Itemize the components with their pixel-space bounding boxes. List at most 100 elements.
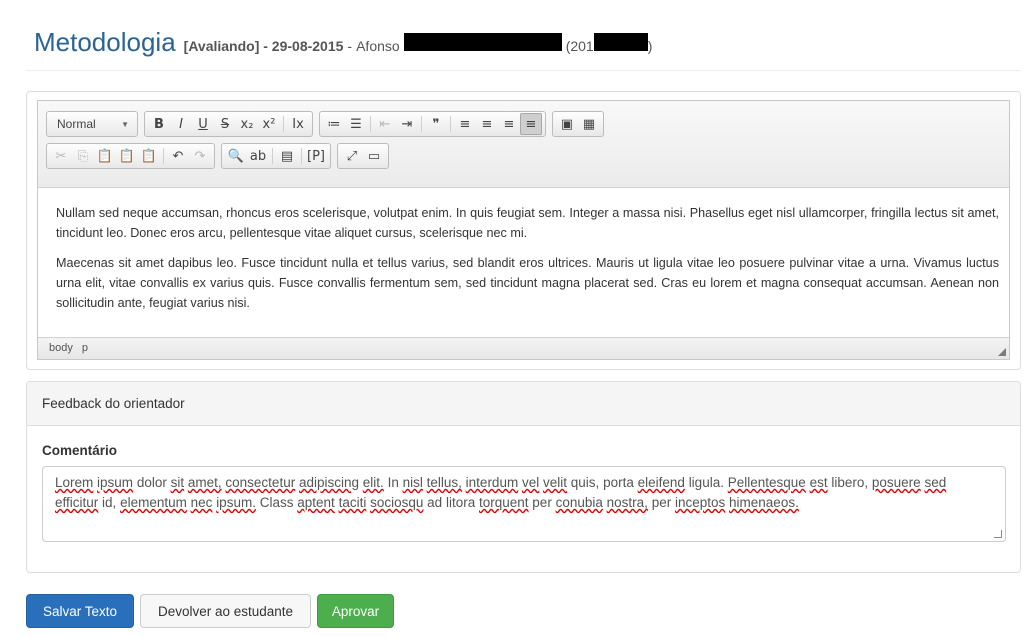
blockquote-icon[interactable]: ❞	[425, 113, 447, 135]
paste-word-icon[interactable]: 📋	[138, 145, 160, 167]
comment-word: ipsum	[97, 475, 134, 490]
comment-word: eleifend	[637, 475, 685, 490]
align-right-icon[interactable]: ≡	[498, 113, 520, 135]
source-icon[interactable]: ▭	[363, 145, 385, 167]
return-to-student-button[interactable]: Devolver ao estudante	[140, 594, 311, 628]
format-select[interactable]: Normal ▼	[46, 111, 138, 137]
undo-icon[interactable]: ↶	[167, 145, 189, 167]
toolbar-group: ✂ ⎘ 📋 📋 📋 ↶ ↷	[46, 143, 215, 169]
header-divider	[26, 70, 1021, 71]
copy-icon[interactable]: ⎘	[72, 145, 94, 167]
comment-word: nostra,	[606, 495, 648, 510]
comment-word: inceptos	[674, 495, 726, 510]
outdent-icon[interactable]: ⇤	[374, 113, 396, 135]
toolbar-separator	[301, 148, 302, 164]
comment-word: sociosqu	[370, 495, 424, 510]
comment-word: velit	[543, 475, 568, 490]
comment-word: himenaeos.	[729, 495, 799, 510]
textarea-resize-icon[interactable]	[994, 530, 1002, 538]
toolbar-group: ⤢ ▭	[337, 143, 389, 169]
comment-word: litora	[445, 495, 476, 510]
toolbar-separator	[283, 116, 284, 132]
justify-icon[interactable]: ≡	[520, 113, 542, 135]
comment-word: interdum	[465, 475, 519, 490]
toolbar-group: ▣ ▦	[552, 111, 604, 137]
align-center-icon[interactable]: ≡	[476, 113, 498, 135]
author-name: Afonso	[356, 38, 400, 54]
comment-label: Comentário	[42, 443, 118, 458]
comment-word: nec	[190, 495, 213, 510]
find-icon[interactable]: 🔍	[225, 145, 247, 167]
paste-icon[interactable]: 📋	[94, 145, 116, 167]
format-select-value: Normal	[57, 117, 96, 131]
superscript-icon[interactable]: x²	[258, 113, 280, 135]
rich-text-editor: Normal ▼ B I U Sx₂ x² Ix ≔ ☰ ⇤ ⇥ ❞ ≡ ≡ ≡ ≡ ▣ ▦ ✂ ⎘ 📋 📋 📋 ↶ ↷ 🔍 a…	[37, 100, 1010, 360]
comment-word: sit	[170, 475, 185, 490]
chevron-down-icon: ▼	[121, 119, 129, 129]
show-blocks-icon[interactable]: [P]	[305, 145, 327, 167]
maximize-icon[interactable]: ⤢	[341, 145, 363, 167]
comment-word: Class	[259, 495, 294, 510]
toolbar-separator	[450, 116, 451, 132]
comment-word: elit.	[362, 475, 384, 490]
comment-word: porta	[603, 475, 634, 490]
title-separator: -	[347, 38, 353, 54]
resize-grip-icon[interactable]	[998, 348, 1006, 356]
toolbar-separator	[421, 116, 422, 132]
author-id-open: (201	[565, 38, 594, 54]
comment-word: quis,	[570, 475, 600, 490]
align-left-icon[interactable]: ≡	[454, 113, 476, 135]
comment-word: efficitur	[55, 495, 99, 510]
bold-icon[interactable]: B	[148, 113, 170, 135]
page-header: Metodologia [Avaliando] - 29-08-2015 - A…	[34, 27, 652, 59]
redo-icon[interactable]: ↷	[189, 145, 211, 167]
image-icon[interactable]: ▣	[556, 113, 578, 135]
table-icon[interactable]: ▦	[578, 113, 600, 135]
comment-word: id,	[102, 495, 117, 510]
comment-word: ipsum.	[216, 495, 256, 510]
comment-word: tellus,	[426, 475, 462, 490]
paste-text-icon[interactable]: 📋	[116, 145, 138, 167]
subscript-icon[interactable]: x₂	[236, 113, 258, 135]
page-title: Metodologia	[34, 27, 176, 57]
save-text-button[interactable]: Salvar Texto	[26, 594, 134, 628]
editor-toolbar: Normal ▼ B I U Sx₂ x² Ix ≔ ☰ ⇤ ⇥ ❞ ≡ ≡ ≡ ≡ ▣ ▦ ✂ ⎘ 📋 📋 📋 ↶ ↷ 🔍 a…	[38, 101, 1009, 188]
comment-word: taciti	[338, 495, 367, 510]
comment-word: Lorem	[55, 475, 94, 490]
comment-word: per	[532, 495, 552, 510]
author-id-close: )	[647, 38, 653, 54]
bulleted-list-icon[interactable]: ☰	[345, 113, 367, 135]
approve-button[interactable]: Aprovar	[317, 594, 394, 628]
comment-word: ad	[427, 495, 443, 510]
redacted-name	[403, 33, 562, 51]
path-p[interactable]: p	[82, 342, 88, 354]
strike-icon[interactable]: S	[214, 113, 236, 135]
comment-word: consectetur	[225, 475, 296, 490]
cut-icon[interactable]: ✂	[50, 145, 72, 167]
select-all-icon[interactable]: ▤	[276, 145, 298, 167]
feedback-panel: Feedback do orientador Comentário Lorem …	[26, 381, 1021, 573]
path-body[interactable]: body	[49, 342, 73, 354]
numbered-list-icon[interactable]: ≔	[323, 113, 345, 135]
comment-word: adipiscing	[298, 475, 360, 490]
editor-paragraph: Nullam sed neque accumsan, rhoncus eros …	[56, 206, 999, 240]
replace-icon[interactable]: ab	[247, 145, 269, 167]
comment-word: ligula.	[688, 475, 724, 490]
toolbar-separator	[163, 148, 164, 164]
remove-format-icon[interactable]: Ix	[287, 113, 309, 135]
indent-icon[interactable]: ⇥	[396, 113, 418, 135]
comment-word: libero,	[831, 475, 869, 490]
comment-word: sed	[924, 475, 947, 490]
toolbar-row-1: Normal ▼ B I U Sx₂ x² Ix ≔ ☰ ⇤ ⇥ ❞ ≡ ≡ ≡ ≡ ▣ ▦	[46, 111, 610, 137]
comment-word: vel	[521, 475, 540, 490]
underline-icon[interactable]: U	[192, 113, 214, 135]
toolbar-separator	[272, 148, 273, 164]
italic-icon[interactable]: I	[170, 113, 192, 135]
editor-panel: Normal ▼ B I U Sx₂ x² Ix ≔ ☰ ⇤ ⇥ ❞ ≡ ≡ ≡ ≡ ▣ ▦ ✂ ⎘ 📋 📋 📋 ↶ ↷ 🔍 a…	[26, 91, 1021, 370]
comment-textarea[interactable]: Lorem ipsum dolor sit amet, consectetur …	[42, 466, 1006, 542]
editor-content[interactable]: Nullam sed neque accumsan, rhoncus eros …	[38, 189, 1009, 339]
comment-word: elementum	[120, 495, 187, 510]
comment-word: In	[387, 475, 399, 490]
comment-word: dolor	[136, 475, 167, 490]
toolbar-group: ≔ ☰ ⇤ ⇥ ❞ ≡ ≡ ≡ ≡	[319, 111, 546, 137]
